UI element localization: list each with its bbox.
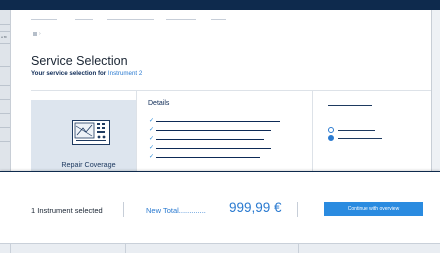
background-divider: [0, 99, 10, 100]
details-title: Details: [148, 100, 170, 107]
page-subtitle: Your service selection for Instrument 2: [31, 70, 142, 77]
breadcrumb-separator: ›: [39, 31, 41, 37]
new-total-label: New Total.............: [146, 206, 206, 215]
new-total-value: 999,99 €: [229, 200, 282, 215]
nav-link[interactable]: [166, 19, 196, 20]
background-divider: [0, 85, 10, 86]
continue-with-overview-button[interactable]: Continue with overview: [324, 202, 423, 216]
options-heading: [328, 105, 372, 106]
nav-link[interactable]: [107, 19, 154, 20]
background-top-nav: [0, 0, 440, 10]
check-icon: ✓: [149, 118, 155, 124]
coverage-option-label: [338, 130, 375, 131]
check-icon: ✓: [149, 154, 155, 160]
details-column: Details ✓ ✓ ✓ ✓ ✓: [136, 91, 313, 182]
selection-count: 1 Instrument selected: [31, 206, 103, 215]
background-mini-text: w Bl: [1, 35, 7, 39]
coverage-options: [311, 91, 411, 173]
subtitle-prefix: Your service selection for: [31, 70, 108, 77]
details-item-text: [156, 139, 264, 140]
check-icon: ✓: [149, 127, 155, 133]
check-icon: ✓: [149, 145, 155, 151]
option-name: Repair Coverage: [61, 160, 116, 169]
background-divider: [0, 113, 10, 114]
background-divider: [0, 66, 10, 67]
service-option-card: Repair Coverage Details ✓ ✓ ✓ ✓ ✓: [31, 90, 431, 182]
nav-link[interactable]: [31, 19, 57, 20]
instrument-icon: [72, 120, 110, 145]
instrument-link[interactable]: Instrument 2: [108, 70, 142, 77]
radio-selected-icon[interactable]: [328, 135, 334, 141]
option-summary[interactable]: Repair Coverage: [31, 100, 146, 182]
selection-summary-bar: 1 Instrument selected New Total.........…: [0, 171, 440, 244]
background-divider: [0, 24, 10, 25]
page-title: Service Selection: [31, 54, 128, 68]
nav-link[interactable]: [75, 19, 93, 20]
background-divider: [0, 127, 10, 128]
details-item-text: [156, 130, 271, 131]
divider: [123, 202, 124, 217]
breadcrumb: ›: [33, 31, 41, 37]
home-icon[interactable]: [33, 31, 37, 36]
divider: [297, 202, 298, 217]
background-divider: [0, 141, 10, 142]
coverage-option-label: [338, 138, 382, 139]
details-item-text: [156, 148, 271, 149]
details-item-text: [156, 121, 280, 122]
background-divider: [0, 43, 10, 44]
background-divider: [0, 31, 10, 32]
radio-unselected-icon[interactable]: [328, 127, 334, 133]
check-icon: ✓: [149, 136, 155, 142]
nav-link[interactable]: [211, 19, 226, 20]
details-item-text: [156, 157, 260, 158]
